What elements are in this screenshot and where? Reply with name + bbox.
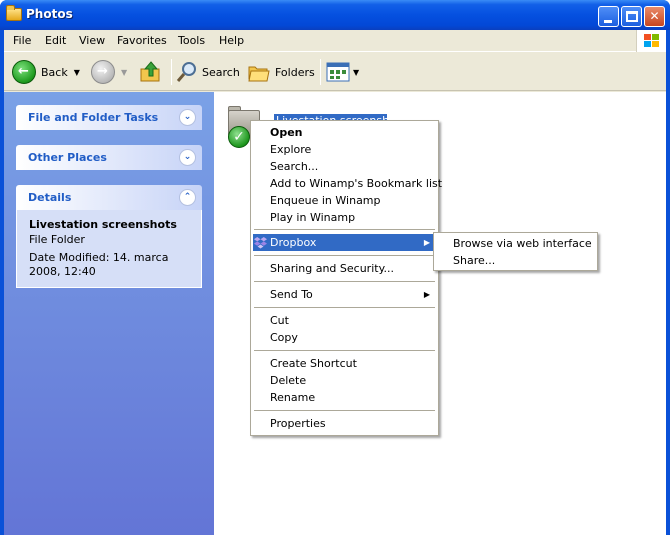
menu-separator [254, 255, 435, 256]
menu-separator [254, 281, 435, 282]
file-folder-tasks-panel[interactable]: File and Folder Tasks ⌄ [16, 105, 202, 130]
other-places-title[interactable]: Other Places [28, 151, 107, 164]
maximize-icon [626, 11, 638, 22]
other-places-header[interactable]: Other Places ⌄ [16, 145, 202, 170]
window-title: Photos [26, 7, 73, 21]
details-title[interactable]: Details [28, 191, 71, 204]
file-folder-tasks-header[interactable]: File and Folder Tasks ⌄ [16, 105, 202, 130]
toolbar-separator [320, 59, 321, 85]
ctx-properties[interactable]: Properties [253, 415, 436, 432]
menu-file[interactable]: File [13, 34, 31, 47]
ctx-create-shortcut[interactable]: Create Shortcut [253, 355, 436, 372]
details-date-modified: Date Modified: 14. marca 2008, 12:40 [29, 251, 169, 278]
back-arrow-icon: ← [12, 60, 36, 84]
details-header[interactable]: Details ⌃ [16, 185, 202, 210]
dropbox-icon [254, 237, 267, 249]
search-icon [176, 62, 196, 82]
ctx-copy[interactable]: Copy [253, 329, 436, 346]
sub-share[interactable]: Share... [436, 252, 595, 269]
back-label: Back [41, 65, 68, 79]
close-icon: ✕ [649, 9, 660, 23]
forward-button[interactable]: → ▼ [91, 58, 127, 86]
menu-separator [254, 229, 435, 230]
menu-bar: File Edit View Favorites Tools Help [4, 30, 666, 52]
toolbar-separator [171, 59, 172, 85]
ctx-send-to-label: Send To [270, 288, 313, 301]
back-button[interactable]: ← Back ▼ [12, 58, 80, 86]
menu-favorites[interactable]: Favorites [117, 34, 167, 47]
close-button[interactable]: ✕ [644, 6, 665, 27]
up-folder-button[interactable] [139, 58, 163, 86]
ctx-open[interactable]: Open [253, 124, 436, 141]
submenu-arrow-icon: ▶ [423, 238, 430, 247]
dropbox-synced-check-icon: ✓ [228, 126, 250, 148]
menu-view[interactable]: View [79, 34, 105, 47]
views-icon [326, 62, 350, 82]
folders-icon [248, 66, 270, 82]
ctx-search[interactable]: Search... [253, 158, 436, 175]
menu-help[interactable]: Help [219, 34, 244, 47]
minimize-icon [604, 20, 612, 23]
dropbox-submenu: Browse via web interface Share... [433, 232, 598, 271]
ctx-dropbox-label: Dropbox [270, 236, 317, 249]
maximize-button[interactable] [621, 6, 642, 27]
ctx-winamp-enqueue[interactable]: Enqueue in Winamp [253, 192, 436, 209]
menu-tools[interactable]: Tools [178, 34, 205, 47]
menu-separator [254, 350, 435, 351]
views-button[interactable]: ▼ [326, 58, 359, 86]
ctx-explore[interactable]: Explore [253, 141, 436, 158]
minimize-button[interactable] [598, 6, 619, 27]
chevron-down-icon[interactable]: ▼ [353, 68, 359, 77]
folders-button[interactable]: Folders [247, 58, 315, 86]
search-button[interactable]: Search [176, 58, 240, 86]
up-folder-icon [140, 61, 160, 82]
details-item-type: File Folder [29, 233, 85, 246]
sub-browse-web[interactable]: Browse via web interface [436, 235, 595, 252]
folder-icon [6, 5, 22, 21]
ctx-cut[interactable]: Cut [253, 312, 436, 329]
menu-separator [254, 410, 435, 411]
submenu-arrow-icon: ▶ [423, 290, 430, 299]
standard-toolbar: ← Back ▼ → ▼ Search Folders ▼ [4, 53, 666, 91]
folders-label: Folders [275, 65, 315, 79]
menu-separator [254, 307, 435, 308]
ctx-dropbox[interactable]: Dropbox ▶ [253, 234, 436, 251]
ctx-delete[interactable]: Delete [253, 372, 436, 389]
expand-chevron-icon[interactable]: ⌄ [179, 109, 196, 126]
context-menu: Open Explore Search... Add to Winamp's B… [250, 120, 442, 436]
ctx-winamp-play[interactable]: Play in Winamp [253, 209, 436, 226]
expand-chevron-icon[interactable]: ⌄ [179, 149, 196, 166]
chevron-down-icon[interactable]: ▼ [121, 68, 127, 77]
search-label: Search [202, 65, 240, 79]
file-folder-tasks-title[interactable]: File and Folder Tasks [28, 111, 158, 124]
forward-arrow-icon: → [91, 60, 115, 84]
chevron-down-icon[interactable]: ▼ [74, 68, 80, 77]
windows-flag-icon [644, 34, 660, 48]
task-pane: File and Folder Tasks ⌄ Other Places ⌄ D… [4, 92, 214, 535]
details-panel[interactable]: Details ⌃ Livestation screenshots File F… [16, 185, 202, 288]
menu-edit[interactable]: Edit [45, 34, 66, 47]
ctx-sharing-security[interactable]: Sharing and Security... [253, 260, 436, 277]
details-item-name: Livestation screenshots [29, 218, 177, 231]
other-places-panel[interactable]: Other Places ⌄ [16, 145, 202, 170]
ctx-winamp-bookmark[interactable]: Add to Winamp's Bookmark list [253, 175, 442, 192]
windows-logo [636, 30, 666, 52]
ctx-send-to[interactable]: Send To ▶ [253, 286, 436, 303]
collapse-chevron-icon[interactable]: ⌃ [179, 189, 196, 206]
details-body: Livestation screenshots File Folder Date… [16, 210, 202, 288]
ctx-rename[interactable]: Rename [253, 389, 436, 406]
title-bar[interactable]: Photos ✕ [0, 0, 670, 30]
